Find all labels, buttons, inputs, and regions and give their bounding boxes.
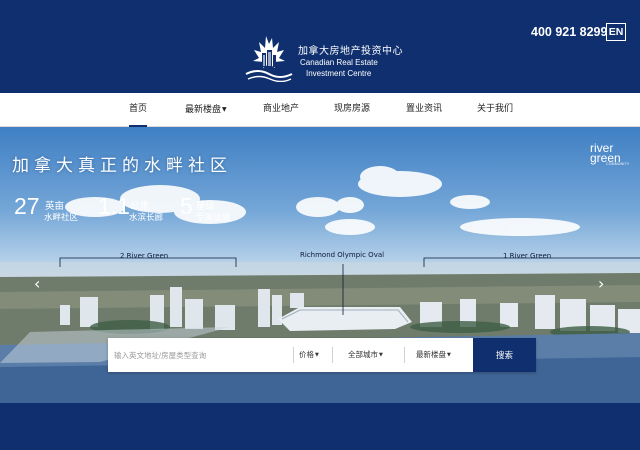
brand-line3: COMMUNITY <box>606 162 630 167</box>
chevron-down-icon: ▼ <box>447 352 451 358</box>
label-2-river-green: 2 River Green <box>120 252 169 260</box>
label-1-river-green: 1 River Green <box>503 252 552 260</box>
nav-item-news[interactable]: 置业资讯 <box>406 93 442 127</box>
stat-number: 1.1 <box>98 193 130 219</box>
label-richmond-olympic-oval: Richmond Olympic Oval <box>300 251 385 259</box>
property-search-bar: 价格▼ 全部城市▼ 最新楼盘▼ 搜索 <box>108 338 536 372</box>
footer-band <box>0 403 640 450</box>
projects-dropdown[interactable]: 最新楼盘▼ <box>416 338 451 372</box>
chevron-down-icon: ▼ <box>315 352 319 358</box>
logo-english-name-line1: Canadian Real Estate <box>300 58 378 67</box>
carousel-prev-arrow-icon[interactable]: ‹ <box>34 274 40 293</box>
logo-english-name-line2: Investment Centre <box>306 69 372 78</box>
language-switch-button[interactable]: EN <box>606 23 626 41</box>
price-dropdown-label: 价格 <box>299 350 314 359</box>
nav-item-label: 商业地产 <box>263 104 300 114</box>
chevron-down-icon: ▼ <box>222 106 227 113</box>
search-button[interactable]: 搜索 <box>473 338 536 372</box>
stat-desc: 水滨长廊 <box>129 213 164 223</box>
price-dropdown[interactable]: 价格▼ <box>299 338 319 372</box>
stat-number: 27 <box>14 193 40 219</box>
nav-item-new-projects[interactable]: 最新楼盘▼ <box>185 93 227 127</box>
site-logo[interactable]: 加拿大房地产投资中心 Canadian Real Estate Investme… <box>244 34 414 84</box>
nav-item-commercial[interactable]: 商业地产 <box>263 93 299 127</box>
nav-item-home[interactable]: 首页 <box>129 93 148 127</box>
main-nav: 首页 最新楼盘▼ 商业地产 现房房源 置业资讯 关于我们 <box>0 93 640 127</box>
carousel-next-arrow-icon[interactable]: › <box>598 274 604 293</box>
nav-item-label: 现房房源 <box>334 104 371 114</box>
divider <box>293 347 294 363</box>
stat-desc: 水畔社区 <box>44 213 79 223</box>
maple-leaf-logo-icon <box>245 36 293 82</box>
nav-item-about[interactable]: 关于我们 <box>477 93 513 127</box>
logo-chinese-name: 加拿大房地产投资中心 <box>298 46 403 57</box>
nav-item-existing-homes[interactable]: 现房房源 <box>334 93 370 127</box>
projects-dropdown-label: 最新楼盘 <box>416 350 446 359</box>
river-green-brand-logo: river green COMMUNITY <box>590 142 636 167</box>
stat-desc: 专属设施 <box>196 213 231 223</box>
search-input[interactable] <box>108 338 293 372</box>
stat-number: 5 <box>180 193 193 219</box>
nav-item-label: 首页 <box>129 104 148 114</box>
nav-item-label: 关于我们 <box>477 104 514 114</box>
nav-item-label: 置业资讯 <box>406 104 443 114</box>
hero-title: 加拿大真正的水畔社区 <box>12 156 232 176</box>
city-dropdown-label: 全部城市 <box>348 350 378 359</box>
stat-unit: 英亩 <box>45 201 65 212</box>
nav-item-label: 最新楼盘 <box>185 105 222 115</box>
site-header: 加拿大房地产投资中心 Canadian Real Estate Investme… <box>0 0 640 93</box>
stat-unit: 星级 <box>196 201 216 212</box>
divider <box>332 347 333 363</box>
divider <box>404 347 405 363</box>
phone-number[interactable]: 400 921 8299 <box>531 25 607 39</box>
stat-unit: 公里 <box>130 201 150 212</box>
city-dropdown[interactable]: 全部城市▼ <box>348 338 383 372</box>
chevron-down-icon: ▼ <box>379 352 383 358</box>
